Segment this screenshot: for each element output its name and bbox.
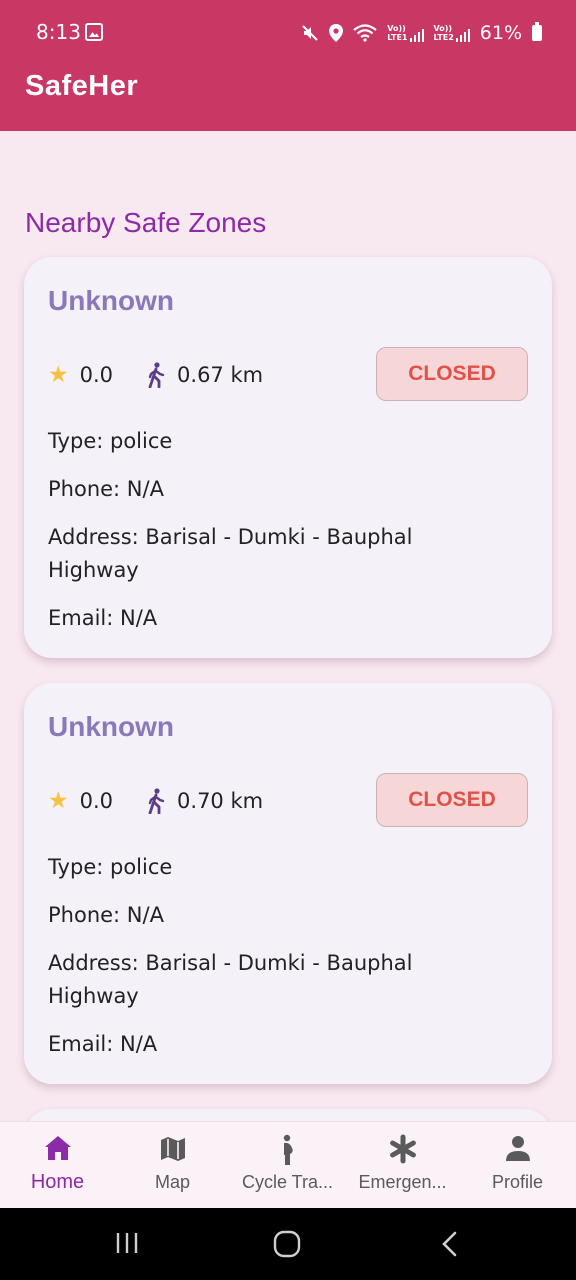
status-time: 8:13: [36, 20, 81, 44]
zone-meta-row: ★ 0.0 0.67 km: [48, 360, 263, 390]
nav-profile[interactable]: Profile: [460, 1122, 575, 1209]
nav-label: Map: [154, 1172, 190, 1192]
battery-percent: 61%: [479, 22, 522, 44]
zone-distance: 0.70 km: [177, 789, 264, 813]
zone-name: Unknown: [48, 285, 174, 316]
nav-label: Home: [30, 1171, 85, 1193]
person-icon: [506, 1136, 530, 1161]
zone-address: Address: Barisal - Dumki - Bauphal: [48, 525, 413, 549]
lte2-label: Vo)) LTE2: [433, 24, 454, 42]
nav-label: Cycle Tra...: [241, 1172, 334, 1192]
zone-type: Type: police: [48, 429, 173, 453]
status-bar: 8:13 Vo)) LTE1 Vo)) LTE2 61%: [0, 0, 576, 64]
recent-apps-icon[interactable]: [114, 1230, 140, 1256]
zone-address-cont: Highway: [48, 984, 139, 1008]
star-icon: ★: [48, 362, 69, 388]
signal-icon: [455, 26, 470, 42]
status-icons: Vo)) LTE1 Vo)) LTE2 61%: [301, 20, 542, 46]
screen: 8:13 Vo)) LTE1 Vo)) LTE2 61% SafeHer Nea…: [0, 0, 576, 1280]
safe-zone-card[interactable]: Unknown ★ 0.0 0.70 km CLOSED Type: polic…: [24, 683, 552, 1084]
section-title: Nearby Safe Zones: [25, 207, 267, 238]
home-button-icon[interactable]: [273, 1230, 301, 1258]
app-title: SafeHer: [25, 70, 139, 102]
star-icon: ★: [48, 788, 69, 814]
status-badge-closed[interactable]: CLOSED: [376, 773, 528, 827]
walk-icon: [148, 788, 165, 814]
lte1-label: Vo)) LTE1: [387, 24, 408, 42]
status-badge-closed[interactable]: CLOSED: [376, 347, 528, 401]
zone-type: Type: police: [48, 855, 173, 879]
wifi-icon: [353, 24, 377, 42]
app-bar: SafeHer: [0, 64, 576, 131]
nav-map[interactable]: Map: [115, 1122, 230, 1209]
pregnant-woman-icon: [283, 1134, 293, 1165]
nav-home[interactable]: Home: [0, 1122, 115, 1209]
asterisk-icon: [390, 1134, 416, 1164]
walk-icon: [148, 362, 165, 388]
safe-zone-card[interactable]: [24, 1109, 552, 1121]
zone-phone: Phone: N/A: [48, 477, 164, 501]
zone-address-cont: Highway: [48, 558, 139, 582]
nav-cycle-tracker[interactable]: Cycle Tra...: [230, 1122, 345, 1209]
zone-rating: 0.0: [79, 789, 114, 813]
back-icon[interactable]: [438, 1230, 460, 1258]
nav-label: Emergen...: [358, 1172, 447, 1192]
zone-phone: Phone: N/A: [48, 903, 164, 927]
signal-lte2: Vo)) LTE2: [434, 24, 470, 42]
zone-meta-row: ★ 0.0 0.70 km: [48, 786, 263, 816]
zone-address: Address: Barisal - Dumki - Bauphal: [48, 951, 413, 975]
safe-zone-card[interactable]: Unknown ★ 0.0 0.67 km CLOSED Type: polic…: [24, 257, 552, 658]
main-content[interactable]: Nearby Safe Zones Unknown ★ 0.0 0.67 km …: [0, 131, 576, 1121]
zone-rating: 0.0: [79, 363, 114, 387]
system-navigation-bar: [0, 1208, 576, 1280]
zone-email: Email: N/A: [48, 606, 158, 630]
nav-label: Profile: [491, 1172, 544, 1192]
map-icon: [161, 1137, 185, 1161]
signal-lte1: Vo)) LTE1: [387, 24, 424, 42]
home-icon: [45, 1136, 71, 1160]
battery-icon: [532, 22, 542, 41]
nav-emergency[interactable]: Emergen...: [345, 1122, 460, 1209]
mute-icon: [302, 25, 318, 41]
zone-name: Unknown: [48, 711, 174, 742]
zone-email: Email: N/A: [48, 1032, 158, 1056]
signal-icon: [409, 26, 424, 42]
zone-distance: 0.67 km: [177, 363, 264, 387]
location-icon: [329, 24, 344, 42]
bottom-navigation: Home Map Cycle Tra... Emergen... Profile: [0, 1121, 576, 1208]
gallery-icon: [85, 23, 103, 41]
